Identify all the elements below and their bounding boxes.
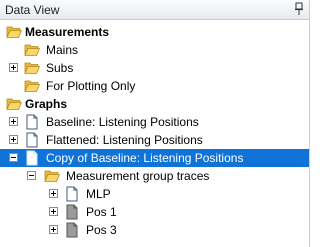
expand-toggle[interactable] (9, 135, 18, 144)
tree-label-mlp: MLP (86, 187, 111, 201)
open-folder-icon (24, 80, 40, 92)
open-folder-icon (44, 170, 60, 182)
tree-label-subs: Subs (46, 61, 74, 75)
tree-label-graphs: Graphs (25, 97, 68, 111)
tree-node-for-plotting-only[interactable]: For Plotting Only (0, 77, 309, 95)
tree-label-copy-of-baseline: Copy of Baseline: Listening Positions (46, 151, 244, 165)
tree-label-pos-1: Pos 1 (86, 205, 117, 219)
panel-title: Data View (5, 3, 60, 17)
collapse-toggle[interactable] (9, 153, 18, 162)
tree-node-subs[interactable]: Subs (0, 59, 309, 77)
expand-toggle[interactable] (49, 225, 58, 234)
tree-label-measurements: Measurements (25, 25, 110, 39)
tree-label-pos-3: Pos 3 (86, 223, 117, 237)
tree-node-measurement-group-traces[interactable]: Measurement group traces (0, 167, 309, 185)
grey-document-icon (66, 204, 78, 220)
document-icon (26, 114, 38, 130)
tree-label-for-plotting-only: For Plotting Only (46, 79, 136, 93)
tree-node-mains[interactable]: Mains (0, 41, 309, 59)
tree-label-baseline: Baseline: Listening Positions (46, 115, 199, 129)
tree-node-mlp[interactable]: MLP (0, 185, 309, 203)
document-icon (66, 186, 78, 202)
document-icon (26, 150, 38, 166)
tree-label-mains: Mains (46, 43, 79, 57)
tree-node-pos-1[interactable]: Pos 1 (0, 203, 309, 221)
tree-label-flattened: Flattened: Listening Positions (46, 133, 203, 147)
data-view-panel: Data View Measurements Mains Subs For Pl… (0, 0, 310, 247)
open-folder-icon (6, 26, 22, 38)
pin-icon[interactable] (293, 2, 305, 16)
expand-toggle[interactable] (49, 207, 58, 216)
tree-node-flattened[interactable]: Flattened: Listening Positions (0, 131, 309, 149)
tree-node-copy-of-baseline[interactable]: Copy of Baseline: Listening Positions (0, 149, 309, 167)
tree-node-pos-3[interactable]: Pos 3 (0, 221, 309, 239)
tree-label-measurement-group-traces: Measurement group traces (66, 169, 210, 183)
expand-toggle[interactable] (9, 63, 18, 72)
open-folder-icon (24, 62, 40, 74)
expand-toggle[interactable] (9, 117, 18, 126)
collapse-toggle[interactable] (27, 171, 36, 180)
document-icon (26, 132, 38, 148)
tree-node-baseline[interactable]: Baseline: Listening Positions (0, 113, 309, 131)
tree-node-graphs[interactable]: Graphs (0, 95, 309, 113)
open-folder-icon (6, 98, 22, 110)
expand-toggle[interactable] (49, 189, 58, 198)
panel-titlebar: Data View (0, 0, 309, 20)
tree-node-measurements[interactable]: Measurements (0, 23, 309, 41)
open-folder-icon (24, 44, 40, 56)
grey-document-icon (66, 222, 78, 238)
